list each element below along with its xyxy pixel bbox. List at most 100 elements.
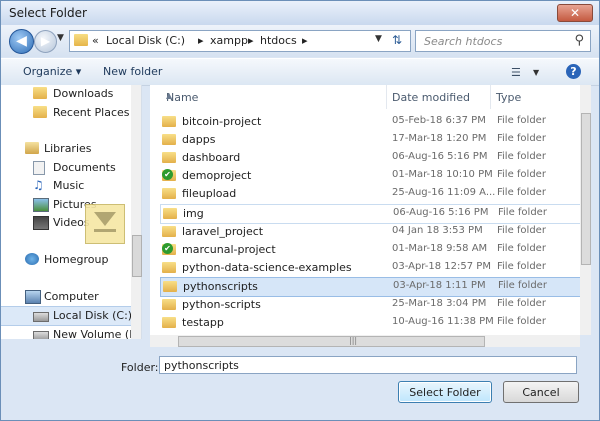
nav-item-label: Documents: [53, 161, 116, 174]
address-dropdown-icon[interactable]: ▼: [375, 34, 382, 44]
table-row[interactable]: testapp 10-Aug-16 11:38 PM File folder: [160, 314, 579, 332]
table-row[interactable]: demoproject 01-Mar-18 10:10 PM File fold…: [160, 167, 579, 185]
folder-icon: [163, 208, 177, 219]
refresh-icon[interactable]: ⇅: [392, 33, 402, 47]
file-type: File folder: [498, 280, 547, 291]
folder-icon: [162, 226, 176, 237]
file-name: fileupload: [182, 187, 237, 200]
nav-item-label: Libraries: [44, 142, 92, 155]
disk-icon: [33, 312, 49, 322]
column-header-name[interactable]: Name ▲: [160, 85, 387, 109]
new-folder-button[interactable]: New folder: [103, 65, 162, 78]
view-options-icon[interactable]: ☰: [511, 66, 521, 79]
breadcrumb-overflow-chevron[interactable]: «: [92, 34, 99, 47]
table-row[interactable]: laravel_project 04 Jan 18 3:53 PM File f…: [160, 223, 579, 241]
file-type: File folder: [497, 298, 546, 309]
file-date: 25-Aug-16 11:09 A...: [392, 187, 496, 198]
table-row[interactable]: dapps 17-Mar-18 1:20 PM File folder: [160, 131, 579, 149]
view-options-dropdown-icon[interactable]: ▼: [533, 68, 539, 77]
nav-item-label: Computer: [44, 290, 99, 303]
nav-item-music[interactable]: ♫ Music: [1, 177, 141, 195]
breadcrumb-htdocs[interactable]: htdocs: [260, 34, 297, 47]
file-name: python-scripts: [182, 298, 261, 311]
help-icon[interactable]: ?: [566, 64, 581, 79]
table-row[interactable]: python-data-science-examples 03-Apr-18 1…: [160, 259, 579, 277]
folder-icon: [33, 106, 47, 118]
cancel-button[interactable]: Cancel: [503, 381, 579, 403]
address-bar[interactable]: « Local Disk (C:) ▸ xampp ▸ htdocs ▸ ▼ ⇅: [69, 30, 411, 52]
file-date: 06-Aug-16 5:16 PM: [392, 151, 488, 162]
folder-icon: [162, 188, 176, 199]
scrollbar-thumb[interactable]: |||: [178, 336, 485, 347]
nav-item-homegroup[interactable]: Homegroup: [1, 251, 141, 269]
organize-button[interactable]: Organize ▾: [23, 65, 81, 78]
breadcrumb-separator[interactable]: ▸: [302, 34, 308, 47]
file-list: Name ▲ Date modified Type bitcoin-projec…: [150, 85, 591, 335]
table-row-selected[interactable]: pythonscripts 03-Apr-18 1:11 PM File fol…: [160, 277, 581, 297]
file-name: demoproject: [182, 169, 252, 182]
file-name: dapps: [182, 133, 216, 146]
music-icon: ♫: [33, 178, 44, 192]
nav-item-label: Local Disk (C:): [53, 309, 133, 322]
back-button[interactable]: ◀: [9, 29, 34, 54]
navigation-pane-scrollbar[interactable]: [131, 85, 142, 339]
file-list-vertical-scrollbar[interactable]: [580, 85, 591, 335]
nav-item-recent-places[interactable]: Recent Places: [1, 104, 141, 122]
nav-item-libraries[interactable]: Libraries: [1, 140, 141, 158]
folder-icon: [33, 87, 47, 99]
search-box[interactable]: Search htdocs ⚲: [415, 30, 591, 52]
file-list-horizontal-scrollbar[interactable]: |||: [150, 335, 580, 347]
command-toolbar: Organize ▾ New folder ☰ ▼ ?: [1, 58, 599, 86]
table-row[interactable]: fileupload 25-Aug-16 11:09 A... File fol…: [160, 185, 579, 203]
folder-icon: [162, 317, 176, 328]
column-header-label: Type: [496, 91, 522, 104]
table-row[interactable]: bitcoin-project 05-Feb-18 6:37 PM File f…: [160, 113, 579, 131]
column-header-date-modified[interactable]: Date modified: [386, 85, 491, 109]
select-folder-dialog: Select Folder ✕ ◀ ▶ ▼ « Local Disk (C:) …: [0, 0, 600, 421]
search-input[interactable]: Search htdocs: [424, 35, 502, 48]
breadcrumb-separator[interactable]: ▸: [248, 34, 254, 47]
folder-name-input[interactable]: pythonscripts: [159, 356, 577, 374]
title-bar[interactable]: Select Folder ✕: [1, 1, 599, 25]
breadcrumb-local-disk[interactable]: Local Disk (C:): [106, 34, 185, 47]
table-row[interactable]: marcunal-project 01-Mar-18 9:58 AM File …: [160, 241, 579, 259]
scrollbar-thumb[interactable]: [132, 235, 142, 277]
folder-icon: [162, 299, 176, 310]
table-row[interactable]: dashboard 06-Aug-16 5:16 PM File folder: [160, 149, 579, 167]
library-icon: [25, 142, 39, 154]
nav-item-new-volume-d[interactable]: New Volume (D:): [1, 326, 141, 339]
search-icon[interactable]: ⚲: [574, 33, 584, 48]
nav-item-label: Homegroup: [44, 253, 109, 266]
file-type: File folder: [497, 261, 546, 272]
file-name: testapp: [182, 316, 224, 329]
nav-item-computer[interactable]: Computer: [1, 288, 141, 306]
file-date: 03-Apr-18 1:11 PM: [393, 280, 486, 291]
table-row[interactable]: img 06-Aug-16 5:16 PM File folder: [160, 204, 581, 224]
nav-item-label: Downloads: [53, 87, 114, 100]
computer-icon: [25, 290, 41, 304]
nav-item-downloads[interactable]: Downloads: [1, 85, 141, 103]
column-header-type[interactable]: Type: [490, 85, 590, 109]
forward-button[interactable]: ▶: [34, 30, 57, 53]
column-header-label: Date modified: [392, 91, 470, 104]
breadcrumb-separator[interactable]: ▸: [198, 34, 204, 47]
table-row[interactable]: python-scripts 25-Mar-18 3:04 PM File fo…: [160, 296, 579, 314]
file-name: pythonscripts: [183, 280, 258, 293]
file-type: File folder: [497, 115, 546, 126]
nav-item-local-disk-c[interactable]: Local Disk (C:): [1, 306, 141, 326]
select-folder-button[interactable]: Select Folder: [398, 381, 492, 403]
file-name: dashboard: [182, 151, 241, 164]
scrollbar-thumb[interactable]: [581, 113, 591, 265]
recent-locations-dropdown[interactable]: ▼: [57, 33, 64, 43]
file-type: File folder: [497, 151, 546, 162]
file-date: 06-Aug-16 5:16 PM: [393, 207, 489, 218]
nav-item-documents[interactable]: Documents: [1, 159, 141, 177]
homegroup-icon: [25, 253, 39, 265]
breadcrumb-xampp[interactable]: xampp: [210, 34, 248, 47]
file-type: File folder: [497, 187, 546, 198]
file-type: File folder: [497, 225, 546, 236]
file-name: laravel_project: [182, 225, 264, 238]
navigation-bar: ◀ ▶ ▼ « Local Disk (C:) ▸ xampp ▸ htdocs…: [1, 25, 599, 57]
file-name: marcunal-project: [182, 243, 276, 256]
close-button[interactable]: ✕: [557, 4, 593, 22]
